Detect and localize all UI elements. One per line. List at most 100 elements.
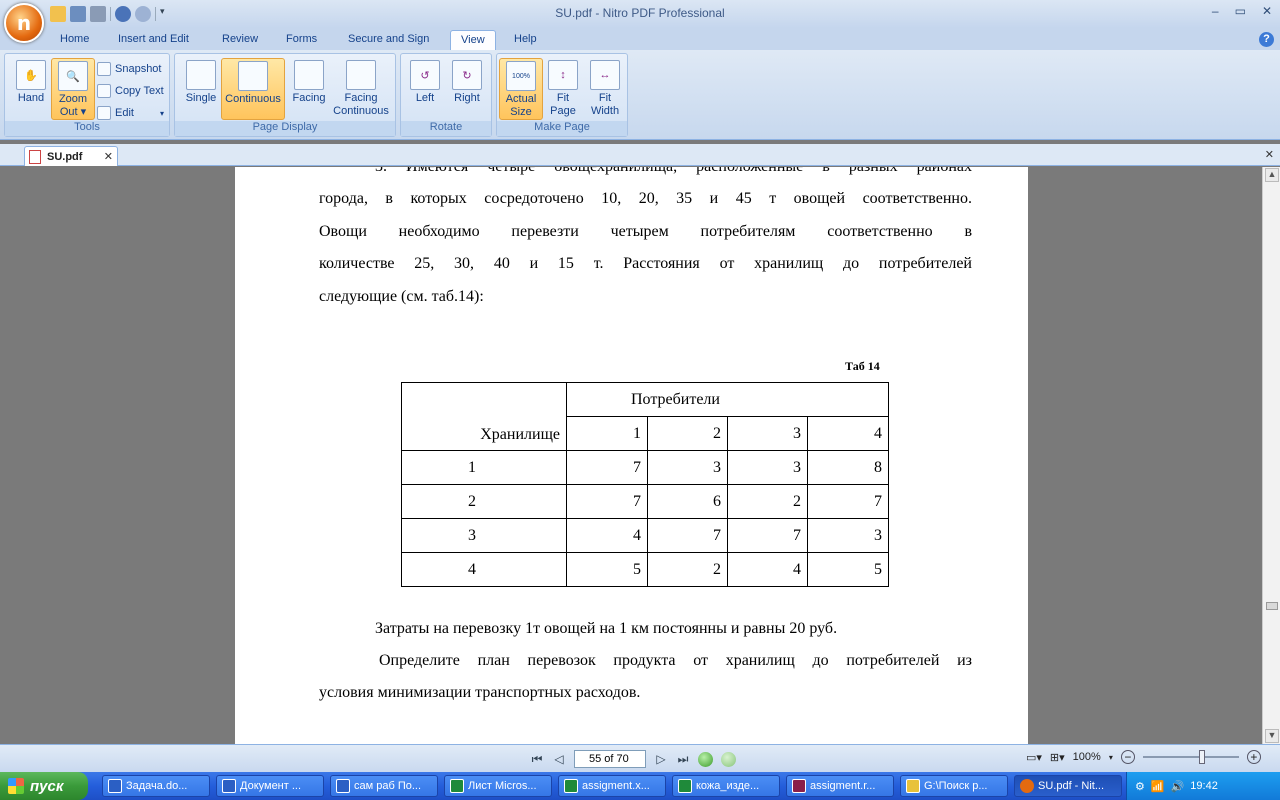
start-button[interactable]: пуск [0, 772, 88, 800]
table-cell: 4 [727, 552, 808, 587]
snapshot-button[interactable]: Snapshot [97, 60, 161, 78]
window-controls: – ▭ ✕ [1212, 4, 1272, 18]
tab-forms[interactable]: Forms [276, 30, 327, 50]
tray-clock[interactable]: 19:42 [1190, 780, 1218, 792]
tray-signal-icon[interactable]: 📶 [1151, 780, 1165, 793]
fit-page-button[interactable]: ↕ Fit Page [541, 58, 585, 120]
vertical-scrollbar[interactable]: ▲ ▼ [1262, 167, 1280, 744]
pdf-file-icon [29, 149, 41, 164]
word-icon [336, 779, 350, 793]
table-cell: 3 [647, 450, 728, 485]
taskbar-item[interactable]: кожа_изде... [672, 775, 780, 797]
document-viewport[interactable]: 3. Имеются четыре овощехранилища, распол… [0, 167, 1262, 744]
document-tab-strip: SU.pdf ✕ ✕ [0, 144, 1280, 166]
title-bar: ▾ SU.pdf - Nitro PDF Professional – ▭ ✕ [0, 0, 1280, 28]
nitro-logo-icon: n [16, 11, 32, 35]
page-number-input[interactable]: 55 of 70 [574, 750, 646, 768]
tab-review[interactable]: Review [212, 30, 268, 50]
column-header: 2 [647, 416, 728, 451]
go-back-icon[interactable] [698, 751, 713, 767]
excel-icon [564, 779, 578, 793]
close-document-icon[interactable]: ✕ [1265, 148, 1274, 161]
document-tab-su-pdf[interactable]: SU.pdf ✕ [24, 146, 118, 166]
last-page-icon[interactable]: ⏭ [676, 752, 690, 766]
column-header: 3 [727, 416, 808, 451]
close-button[interactable]: ✕ [1262, 4, 1272, 18]
table-cell: 7 [566, 450, 648, 485]
make-page-group: 100% Actual Size ↕ Fit Page ↔ Fit Width … [496, 53, 628, 137]
page-navigation: ⏮ ◁ 55 of 70 ▷ ⏭ [530, 750, 736, 768]
row-header: Хранилище [401, 382, 567, 451]
next-page-icon[interactable]: ▷ [654, 752, 668, 766]
continuous-button[interactable]: Continuous [221, 58, 285, 120]
column-header: 4 [807, 416, 889, 451]
single-page-button[interactable]: Single [179, 58, 223, 120]
taskbar-item[interactable]: Задача.do... [102, 775, 210, 797]
facing-pages-icon [294, 60, 324, 90]
row-label: 1 [401, 450, 567, 485]
go-forward-icon[interactable] [721, 751, 736, 767]
edit-button[interactable]: Edit ▾ [97, 104, 164, 122]
page-layout-icon[interactable]: ▭▾ [1026, 751, 1042, 764]
excel-icon [678, 779, 692, 793]
word-icon [222, 779, 236, 793]
table-row: 2 7 6 2 7 [401, 484, 889, 519]
facing-button[interactable]: Facing [287, 58, 331, 120]
row-label: 3 [401, 518, 567, 553]
scroll-up-icon[interactable]: ▲ [1265, 168, 1279, 182]
tab-view[interactable]: View [450, 30, 496, 50]
rotate-left-button[interactable]: ↺ Left [403, 58, 447, 120]
zoom-slider-knob[interactable] [1198, 750, 1205, 764]
tools-group-label: Tools [5, 121, 169, 136]
folder-icon [906, 779, 920, 793]
zoom-level[interactable]: 100% [1073, 751, 1101, 763]
application-button[interactable]: n [4, 3, 44, 43]
zoom-slider[interactable] [1142, 750, 1239, 764]
table-cell: 2 [727, 484, 808, 519]
zoom-in-icon[interactable]: + [1246, 750, 1261, 764]
minimize-button[interactable]: – [1212, 4, 1219, 18]
paragraph-line: условия минимизации транспортных расходо… [319, 684, 641, 701]
zoom-dropdown-icon[interactable]: ▾ [1109, 753, 1113, 762]
ribbon-tab-bar: Home Insert and Edit Review Forms Secure… [0, 28, 1280, 50]
chevron-down-icon: ▾ [159, 108, 164, 118]
facing-continuous-button[interactable]: Facing Continuous [329, 58, 393, 120]
close-tab-icon[interactable]: ✕ [104, 150, 113, 163]
previous-page-icon[interactable]: ◁ [552, 752, 566, 766]
paragraph-line: количестве 25, 30, 40 и 15 т. Расстояния… [319, 255, 972, 272]
first-page-icon[interactable]: ⏮ [530, 752, 544, 766]
maximize-button[interactable]: ▭ [1235, 4, 1246, 18]
paragraph-line: города, в которых сосредоточено 10, 20, … [319, 190, 972, 207]
tab-insert-and-edit[interactable]: Insert and Edit [108, 30, 199, 50]
fit-width-button[interactable]: ↔ Fit Width [583, 58, 627, 120]
taskbar-item[interactable]: сам раб По... [330, 775, 438, 797]
help-icon[interactable]: ? [1259, 32, 1274, 47]
column-header: 1 [566, 416, 648, 451]
actual-size-button[interactable]: 100% Actual Size [499, 58, 543, 120]
tab-secure-and-sign[interactable]: Secure and Sign [338, 30, 439, 50]
fit-options-icon[interactable]: ⊞▾ [1050, 751, 1065, 764]
scroll-down-icon[interactable]: ▼ [1265, 729, 1279, 743]
tray-volume-icon[interactable]: 🔊 [1171, 780, 1185, 793]
zoom-out-icon[interactable]: − [1120, 750, 1135, 764]
taskbar-item[interactable]: assigment.x... [558, 775, 666, 797]
scroll-thumb[interactable] [1266, 602, 1278, 610]
table-cell: 4 [566, 518, 648, 553]
copy-text-button[interactable]: Copy Text [97, 82, 164, 100]
taskbar-item[interactable]: assigment.r... [786, 775, 894, 797]
rotate-right-button[interactable]: ↻ Right [445, 58, 489, 120]
tab-home[interactable]: Home [50, 30, 99, 50]
tab-help[interactable]: Help [504, 30, 547, 50]
taskbar-item-active[interactable]: SU.pdf - Nit... [1014, 775, 1122, 797]
window-title: SU.pdf - Nitro PDF Professional [555, 6, 725, 20]
paragraph-line: Затраты на перевозку 1т овощей на 1 км п… [375, 620, 838, 637]
word-icon [108, 779, 122, 793]
taskbar-item[interactable]: Документ ... [216, 775, 324, 797]
facing-continuous-icon [346, 60, 376, 90]
zoom-out-button[interactable]: 🔍 Zoom Out ▾ [51, 58, 95, 120]
fit-width-icon: ↔ [590, 60, 620, 90]
taskbar-item[interactable]: Лист Micros... [444, 775, 552, 797]
tray-network-icon[interactable]: ⚙ [1135, 780, 1145, 793]
taskbar-item[interactable]: G:\Поиск р... [900, 775, 1008, 797]
hand-button[interactable]: ✋ Hand [9, 58, 53, 120]
